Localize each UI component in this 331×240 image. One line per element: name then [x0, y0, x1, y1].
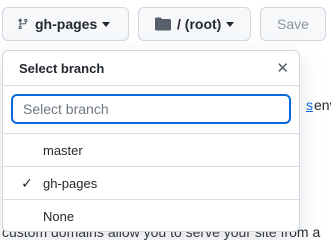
branch-filter-input[interactable]: [11, 94, 291, 124]
branch-option-gh-pages[interactable]: ✓ gh-pages: [3, 167, 299, 200]
dropdown-title: Select branch: [19, 60, 105, 76]
branch-option-label: master: [43, 142, 83, 158]
close-icon[interactable]: ✕: [276, 59, 289, 77]
save-button[interactable]: Save: [260, 7, 326, 41]
check-icon: ✓: [21, 174, 33, 191]
git-branch-icon: [18, 18, 28, 30]
branch-option-none[interactable]: None: [3, 200, 299, 233]
dropdown-filter: [3, 86, 299, 134]
branch-select-button[interactable]: gh-pages: [2, 7, 129, 41]
folder-icon: [155, 17, 171, 31]
chevron-down-icon: [102, 21, 111, 27]
background-link-fragment[interactable]: s: [306, 97, 313, 113]
folder-select-button[interactable]: / (root): [138, 7, 251, 41]
branch-select-label: gh-pages: [35, 16, 98, 32]
background-text-fragment: env: [314, 97, 331, 113]
branch-option-master[interactable]: master: [3, 134, 299, 167]
branch-option-label: gh-pages: [43, 175, 98, 191]
branch-option-label: None: [43, 209, 75, 224]
chevron-down-icon: [226, 21, 235, 27]
select-branch-dropdown: Select branch ✕ master ✓ gh-pages None: [2, 50, 300, 232]
folder-select-label: / (root): [177, 16, 222, 32]
dropdown-header: Select branch ✕: [3, 51, 299, 86]
